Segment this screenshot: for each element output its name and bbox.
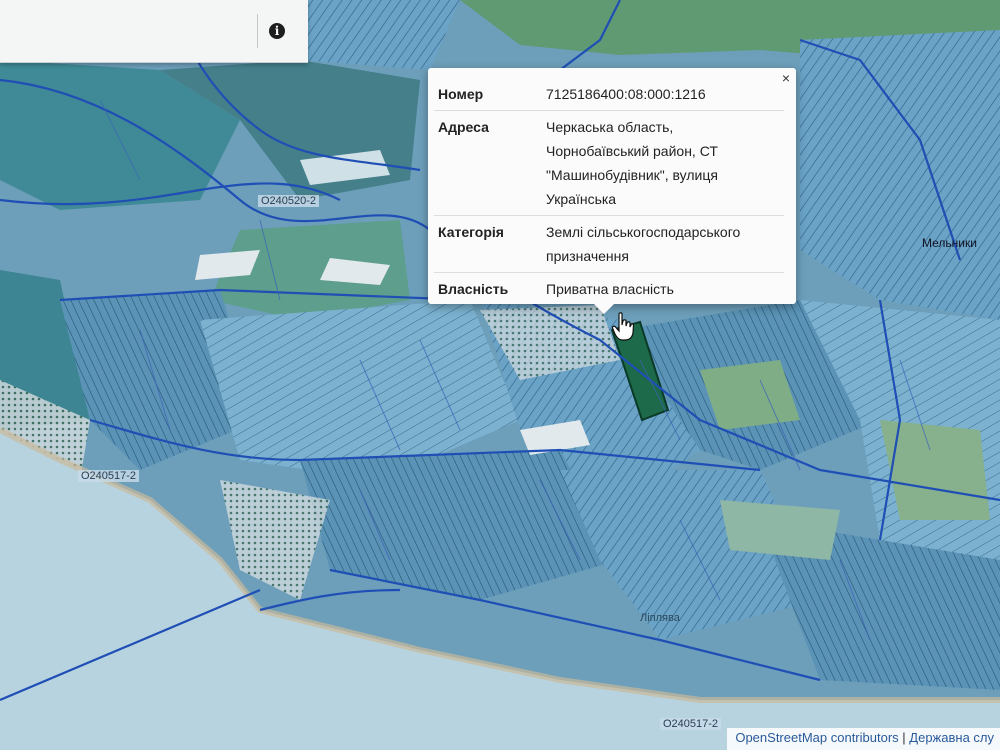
row-value: 7125186400:08:000:1216 <box>542 78 784 111</box>
table-row: Власність Приватна власність <box>434 273 784 306</box>
table-row: Номер 7125186400:08:000:1216 <box>434 78 784 111</box>
row-value: Черкаська область, Чорнобаївський район,… <box>542 110 784 216</box>
road-label: O240520-2 <box>258 195 320 207</box>
info-icon: i <box>269 23 285 39</box>
row-key: Адреса <box>434 110 542 216</box>
osm-attribution-link[interactable]: OpenStreetMap contributors <box>735 730 898 745</box>
source-attribution-link[interactable]: Державна слу <box>909 730 994 745</box>
info-button[interactable]: i <box>262 16 292 46</box>
table-row: Адреса Черкаська область, Чорнобаївський… <box>434 110 784 216</box>
search-panel[interactable]: i <box>0 0 308 63</box>
row-key: Власність <box>438 281 509 297</box>
map-attribution: OpenStreetMap contributors | Державна сл… <box>727 728 1000 750</box>
place-label: Мельники <box>922 236 977 250</box>
attribution-separator: | <box>902 730 906 745</box>
divider <box>257 14 258 48</box>
row-value: Землі сільськогосподарського призначення <box>542 215 784 273</box>
parcel-info-table: Номер 7125186400:08:000:1216 Адреса Черк… <box>434 78 784 305</box>
road-label: O240517-2 <box>660 718 722 730</box>
row-key: Номер <box>434 78 542 111</box>
table-row: Категорія Землі сільськогосподарського п… <box>434 215 784 273</box>
place-label: Ліплява <box>640 612 680 624</box>
parcel-info-popup: × Номер 7125186400:08:000:1216 Адреса Че… <box>428 68 796 314</box>
row-key: Категорія <box>434 215 542 273</box>
row-value: Приватна власність <box>546 281 674 297</box>
hand-cursor-icon <box>612 312 634 341</box>
road-label: O240517-2 <box>78 470 140 482</box>
